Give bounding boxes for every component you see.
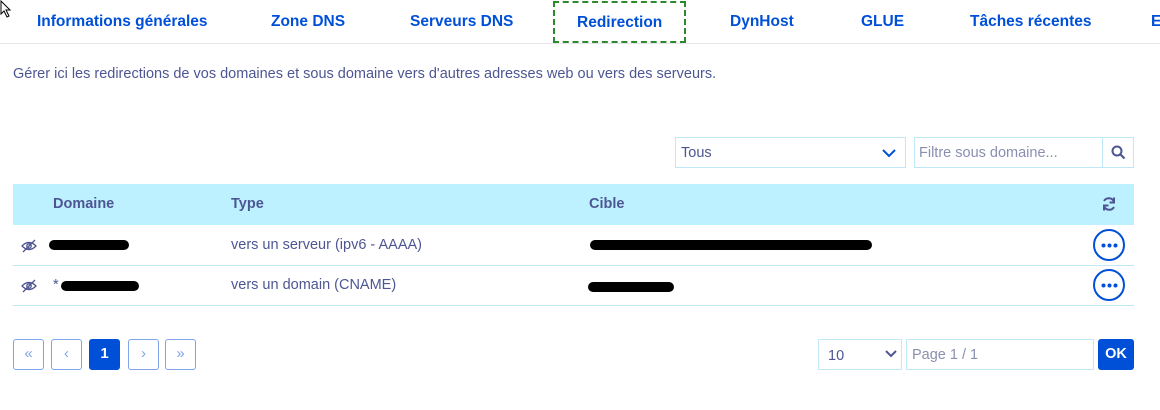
current-page-button[interactable]: 1 [89, 339, 120, 370]
redacted-target [588, 282, 674, 292]
row-actions-button[interactable] [1093, 229, 1125, 261]
redirect-type: vers un serveur (ipv6 - AAAA) [231, 237, 422, 253]
refresh-icon[interactable] [1101, 196, 1117, 212]
subdomain-filter-input[interactable] [915, 138, 1103, 167]
search-icon [1111, 145, 1126, 160]
subdomain-search [914, 137, 1134, 168]
tab-glue[interactable]: GLUE [861, 0, 904, 44]
previous-page-button[interactable]: ‹ [51, 339, 82, 370]
page-size-value: 10 [828, 348, 845, 364]
column-header-domain[interactable]: Domaine [53, 196, 114, 212]
table-row: vers un serveur (ipv6 - AAAA) [13, 226, 1134, 266]
chevron-down-icon [882, 149, 896, 158]
redirect-type: vers un domain (CNAME) [231, 277, 397, 293]
page-size-select[interactable]: 10 [818, 339, 902, 370]
tab-zone-dns[interactable]: Zone DNS [271, 0, 345, 44]
redacted-domain [49, 240, 129, 250]
redacted-domain [61, 281, 139, 291]
tab-taches-recentes[interactable]: Tâches récentes [970, 0, 1092, 44]
go-to-page-button[interactable]: OK [1098, 339, 1134, 370]
first-page-button[interactable]: « [13, 339, 44, 370]
tab-truncated[interactable]: E [1151, 0, 1160, 44]
ellipsis-icon [1101, 243, 1118, 248]
column-header-type[interactable]: Type [231, 196, 264, 212]
row-actions-button[interactable] [1093, 269, 1125, 301]
tab-redirection[interactable]: Redirection [553, 1, 687, 43]
eye-slash-icon[interactable] [21, 239, 37, 253]
redacted-target [590, 240, 872, 250]
search-button[interactable] [1102, 138, 1133, 167]
eye-slash-icon[interactable] [21, 279, 37, 293]
table-row: * vers un domain (CNAME) [13, 266, 1134, 306]
next-page-button[interactable]: › [128, 339, 159, 370]
tab-serveurs-dns[interactable]: Serveurs DNS [410, 0, 513, 44]
last-page-button[interactable]: » [165, 339, 196, 370]
column-header-target[interactable]: Cible [589, 196, 624, 212]
type-filter-value: Tous [681, 145, 712, 161]
tab-bar: Informations générales Zone DNS Serveurs… [0, 0, 1160, 44]
ellipsis-icon [1101, 283, 1118, 288]
table-header: Domaine Type Cible [13, 184, 1134, 225]
domain-prefix: * [53, 277, 59, 293]
tab-informations-generales[interactable]: Informations générales [37, 0, 208, 44]
chevron-down-icon [885, 350, 897, 358]
tab-dynhost[interactable]: DynHost [730, 0, 794, 44]
page-number-input[interactable] [906, 339, 1094, 370]
type-filter-select[interactable]: Tous [675, 137, 906, 168]
intro-text: Gérer ici les redirections de vos domain… [13, 66, 717, 82]
